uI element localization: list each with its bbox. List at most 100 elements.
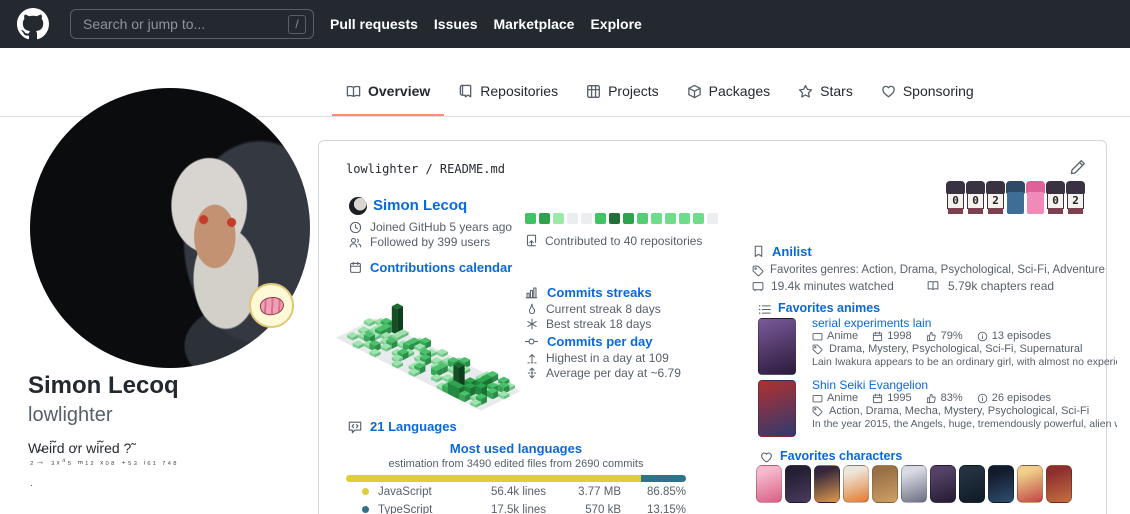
favorites-characters-link[interactable]: Favorites characters	[780, 449, 902, 463]
most-used-languages-block: Most used languages estimation from 3490…	[346, 441, 686, 514]
tab-sponsoring-label: Sponsoring	[903, 83, 974, 99]
star-icon	[798, 84, 813, 99]
javascript-name: JavaScript	[378, 486, 461, 498]
bar-graph-icon	[525, 286, 538, 299]
nav-pull-requests[interactable]: Pull requests	[330, 16, 418, 32]
anime-title-evangelion[interactable]: Shin Seiki Evangelion	[812, 378, 928, 392]
heart-icon	[760, 451, 773, 464]
contribution-square	[651, 213, 662, 224]
current-streak-text: Current streak 8 days	[546, 302, 661, 316]
status-emoji-icon	[258, 295, 285, 318]
favorite-characters-row	[756, 465, 1072, 503]
commits-streaks-link[interactable]: Commits streaks	[547, 285, 652, 300]
anime-title-lain[interactable]: serial experiments lain	[812, 316, 931, 330]
languages-count-link[interactable]: 21 Languages	[370, 419, 457, 434]
commits-per-day-link[interactable]: Commits per day	[547, 334, 652, 349]
calendar-icon	[349, 261, 362, 274]
counter-sprite	[1006, 181, 1025, 214]
anime-thumbnail-evangelion[interactable]	[758, 380, 796, 437]
profile-bio-glitch: ₂→ ₃ₓ⁴₅ ₘ₁₂ ₓ₀₈ ₊₅₃ ᵢ₆₁ ₇₄₈	[30, 456, 179, 467]
info-circle-icon	[977, 331, 988, 342]
tab-repositories[interactable]: Repositories	[444, 69, 572, 116]
search-input[interactable]: Search or jump to... /	[70, 9, 314, 39]
counter-sprite-digit: 0	[966, 181, 985, 214]
character-thumbnail[interactable]	[901, 465, 927, 503]
character-thumbnail[interactable]	[814, 465, 840, 503]
metrics-user-name[interactable]: Simon Lecoq	[373, 197, 467, 214]
anilist-link[interactable]: Anilist	[772, 244, 812, 259]
nav-explore[interactable]: Explore	[590, 16, 641, 32]
javascript-size: 3.77 MB	[546, 486, 621, 498]
repo-icon	[458, 84, 473, 99]
typescript-name: TypeScript	[378, 504, 461, 514]
thumbs-up-icon	[926, 393, 937, 404]
character-thumbnail[interactable]	[785, 465, 811, 503]
nav-marketplace[interactable]: Marketplace	[494, 16, 575, 32]
github-logo-icon[interactable]	[17, 8, 49, 40]
people-icon	[349, 236, 362, 249]
edit-readme-pencil-icon[interactable]	[1070, 159, 1086, 175]
character-thumbnail[interactable]	[988, 465, 1014, 503]
chapters-read-text: 5.79k chapters read	[948, 279, 1054, 293]
tab-stars[interactable]: Stars	[784, 69, 867, 116]
contributions-calendar-link[interactable]: Contributions calendar	[370, 260, 512, 275]
info-circle-icon	[977, 393, 988, 404]
anime-thumbnail-lain[interactable]	[758, 318, 796, 375]
counter-sprite	[1026, 181, 1045, 214]
anime-type: Anime	[827, 330, 858, 342]
anime-year: 1998	[887, 330, 911, 342]
counter-sprite-digit: 0	[1046, 181, 1065, 214]
tag-icon	[812, 406, 823, 417]
anime-type: Anime	[827, 392, 858, 404]
commit-icon	[525, 335, 538, 348]
anime-year: 1995	[887, 392, 911, 404]
character-thumbnail[interactable]	[756, 465, 782, 503]
contribution-square	[539, 213, 550, 224]
anime-episodes: 26 episodes	[992, 392, 1051, 404]
character-thumbnail[interactable]	[930, 465, 956, 503]
character-thumbnail[interactable]	[1017, 465, 1043, 503]
profile-bio-glitch-2: .	[30, 478, 33, 489]
tab-packages[interactable]: Packages	[673, 69, 784, 116]
metrics-avatar	[349, 197, 367, 215]
package-icon	[687, 84, 702, 99]
contribution-square	[623, 213, 634, 224]
anime-meta-lain: Anime 1998 79% 13 episodes	[812, 330, 1051, 342]
tv-icon	[752, 280, 764, 292]
typescript-size: 570 kB	[546, 504, 621, 514]
clock-icon	[349, 221, 362, 234]
typescript-percent: 13.15%	[621, 504, 686, 514]
javascript-color-dot	[362, 488, 369, 495]
contribution-square	[525, 213, 536, 224]
profile-name: Simon Lecoq	[28, 372, 179, 400]
anime-genres-lain: Drama, Mystery, Psychological, Sci-Fi, S…	[829, 343, 1083, 355]
open-book-icon	[927, 280, 939, 292]
tab-projects[interactable]: Projects	[572, 69, 673, 116]
character-thumbnail[interactable]	[843, 465, 869, 503]
tab-projects-label: Projects	[608, 83, 659, 99]
character-thumbnail[interactable]	[872, 465, 898, 503]
header-nav: Pull requests Issues Marketplace Explore	[330, 0, 642, 48]
repo-push-icon	[525, 234, 538, 247]
anime-score: 79%	[941, 330, 963, 342]
pixel-visitor-counter: 00202	[946, 181, 1085, 214]
tab-sponsoring[interactable]: Sponsoring	[867, 69, 988, 116]
comment-code-icon	[348, 420, 362, 434]
contribution-square	[553, 213, 564, 224]
favorites-animes-link[interactable]: Favorites animes	[778, 301, 880, 315]
counter-sprite-digit: 2	[986, 181, 1005, 214]
book-icon	[346, 84, 361, 99]
project-icon	[586, 84, 601, 99]
favorite-genres-text: Favorites genres: Action, Drama, Psychol…	[770, 264, 1106, 276]
most-used-languages-title[interactable]: Most used languages	[346, 441, 686, 456]
character-thumbnail[interactable]	[1046, 465, 1072, 503]
arrows-up-down-icon	[526, 367, 538, 379]
status-emoji-badge[interactable]	[249, 283, 294, 328]
contribution-square	[567, 213, 578, 224]
contribution-square	[609, 213, 620, 224]
anime-episodes: 13 episodes	[992, 330, 1051, 342]
javascript-lines: 56.4k lines	[461, 486, 546, 498]
nav-issues[interactable]: Issues	[434, 16, 478, 32]
character-thumbnail[interactable]	[959, 465, 985, 503]
tab-overview[interactable]: Overview	[332, 69, 444, 116]
